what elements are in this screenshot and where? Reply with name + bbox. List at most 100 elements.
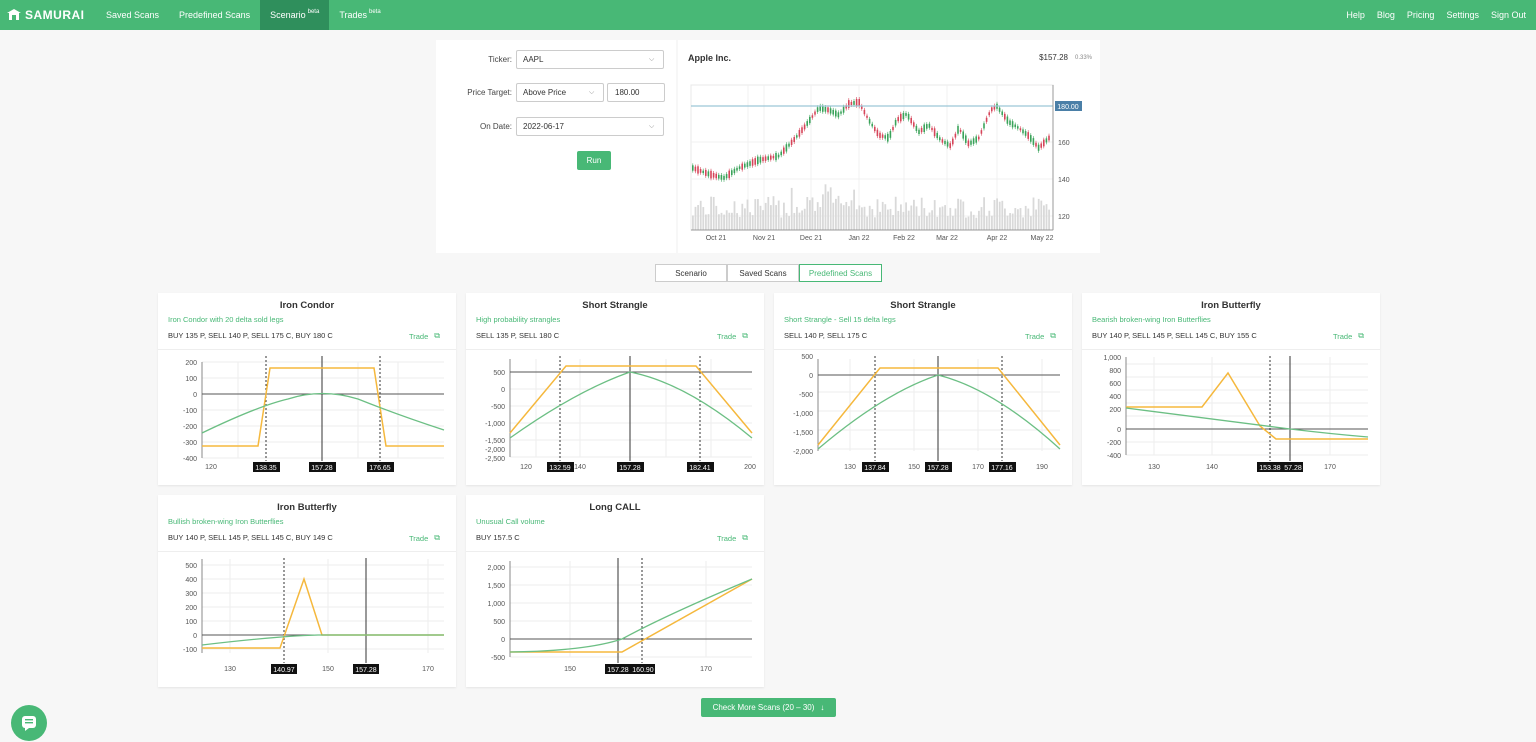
volume-bar: [764, 202, 767, 230]
theoretical-line: [509, 578, 753, 653]
candle: [806, 121, 808, 126]
stock-chart-panel: Apple Inc. $157.28 0.33% 180.00 160 140 …: [678, 40, 1100, 253]
candle: [980, 130, 983, 134]
price-target-mode-select[interactable]: Above Price ⌵: [516, 83, 604, 102]
candle: [694, 166, 697, 172]
y-tick-label: -100: [183, 408, 197, 415]
volume-bar: [1019, 208, 1022, 230]
candle: [780, 151, 782, 156]
y-tick-label: 800: [1109, 368, 1121, 375]
scenario-form: Ticker: AAPL ⌵ Price Target: Above Price…: [436, 40, 676, 253]
volume-bar: [902, 211, 905, 230]
candle: [731, 170, 733, 176]
card-subtitle[interactable]: High probability strangles: [476, 315, 560, 324]
x-tick-label: 190: [1036, 464, 1048, 471]
y-tick-label: 200: [185, 605, 197, 612]
payoff-chart[interactable]: 2,000 1,500 1,000 500 0 -500 150 170 157…: [466, 553, 764, 683]
payoff-chart[interactable]: 500 0 -500 -1,000 -1,500 -2,000 130 150 …: [774, 351, 1072, 481]
candle: [905, 113, 907, 116]
external-link-icon: ⧉: [742, 533, 748, 542]
marker-label: 157.28: [311, 465, 333, 472]
tab-predefined-scans[interactable]: Predefined Scans: [799, 264, 882, 282]
card-title: Iron Butterfly: [1201, 300, 1261, 311]
ticker-select[interactable]: AAPL ⌵: [516, 50, 664, 69]
run-button[interactable]: Run: [577, 151, 611, 170]
card-subtitle[interactable]: Short Strangle - Sell 15 delta legs: [784, 315, 896, 324]
trade-link[interactable]: Trade ⧉: [717, 331, 748, 341]
volume-bar: [1032, 197, 1035, 230]
nav-blog[interactable]: Blog: [1371, 0, 1401, 30]
volume-bar: [780, 217, 783, 230]
date-select[interactable]: 2022-06-17 ⌵: [516, 117, 664, 136]
candle: [770, 155, 772, 160]
volume-bar: [879, 211, 881, 230]
x-tick-label: 140: [1206, 464, 1218, 471]
volume-bar: [738, 216, 741, 230]
trade-link[interactable]: Trade ⧉: [717, 533, 748, 543]
volume-bar: [1017, 209, 1019, 230]
nav-pricing[interactable]: Pricing: [1401, 0, 1441, 30]
candle: [941, 139, 944, 143]
volume-bar: [944, 205, 946, 230]
nav-trades[interactable]: Trades beta: [329, 0, 390, 30]
candle: [879, 132, 881, 138]
volume-bar: [863, 206, 866, 230]
candle: [720, 175, 723, 180]
ticker-label: Ticker:: [488, 55, 512, 64]
external-link-icon: ⧉: [434, 533, 440, 542]
volume-bar: [866, 216, 868, 230]
card-subtitle[interactable]: Bullish broken-wing Iron Butterflies: [168, 517, 283, 526]
nav-scenario[interactable]: Scenario beta: [260, 0, 330, 30]
candle: [855, 98, 858, 106]
stock-candlestick-chart[interactable]: 180.00 160 140 120 Oct 21 Nov 21 Dec 21 …: [678, 40, 1100, 253]
candle: [772, 155, 775, 159]
volume-bar: [720, 212, 723, 230]
candle: [920, 127, 923, 133]
nav-saved-scans[interactable]: Saved Scans: [96, 0, 169, 30]
x-tick-label: 120: [205, 464, 217, 471]
payoff-chart[interactable]: 200 100 0 -100 -200 -300 -400 120 138.35…: [158, 351, 456, 481]
card-subtitle[interactable]: Unusual Call volume: [476, 517, 545, 526]
volume-bar: [1043, 205, 1045, 230]
y-tick-label: -1,000: [793, 411, 813, 418]
logo[interactable]: SAMURAI: [0, 8, 96, 22]
candle: [949, 143, 951, 149]
nav-sign-out[interactable]: Sign Out: [1485, 0, 1532, 30]
payoff-chart[interactable]: 500 400 300 200 100 0 -100 130 150 170 1…: [158, 553, 456, 683]
trade-link[interactable]: Trade ⧉: [409, 533, 440, 543]
candle: [876, 129, 879, 137]
volume-bar: [824, 184, 827, 230]
nav-help[interactable]: Help: [1340, 0, 1371, 30]
candle: [1024, 131, 1027, 136]
nav-settings[interactable]: Settings: [1440, 0, 1485, 30]
card-subtitle[interactable]: Iron Condor with 20 delta sold legs: [168, 315, 284, 324]
volume-bar: [913, 199, 915, 230]
trade-link[interactable]: Trade ⧉: [1025, 331, 1056, 341]
price-target-input[interactable]: 180.00: [607, 83, 665, 102]
y-tick-label: 1,000: [1103, 355, 1121, 362]
check-more-scans-button[interactable]: Check More Scans (20 – 30) ↓: [701, 698, 836, 717]
candle: [824, 106, 827, 112]
payoff-chart[interactable]: 500 0 -500 -1,000 -1,500 -2,000 -2,500 1…: [466, 351, 764, 481]
trade-link[interactable]: Trade ⧉: [1333, 331, 1364, 341]
nav-predefined-scans[interactable]: Predefined Scans: [169, 0, 260, 30]
tab-saved-scans[interactable]: Saved Scans: [727, 264, 799, 282]
volume-bar: [933, 200, 936, 230]
volume-bar: [926, 216, 928, 230]
payoff-chart[interactable]: 1,000 800 600 400 200 0 -200 -400 130 14…: [1082, 351, 1380, 481]
chat-button[interactable]: [11, 705, 47, 741]
card-legs: BUY 140 P, SELL 145 P, SELL 145 C, BUY 1…: [168, 533, 333, 542]
volume-bar: [832, 202, 835, 230]
samurai-logo-icon: [7, 9, 21, 20]
y-tick-label: -2,500: [485, 456, 505, 463]
arrow-down-icon: ↓: [820, 703, 825, 712]
card-subtitle[interactable]: Bearish broken-wing Iron Butterflies: [1092, 315, 1211, 324]
candle: [738, 166, 741, 169]
nav-saved-scans-label: Saved Scans: [106, 10, 160, 20]
volume-bar: [988, 210, 991, 230]
tab-scenario[interactable]: Scenario: [655, 264, 727, 282]
y-tick-label: 0: [193, 392, 197, 399]
volume-bar: [694, 206, 697, 230]
trade-link[interactable]: Trade ⧉: [409, 331, 440, 341]
y-tick-label: 100: [185, 376, 197, 383]
